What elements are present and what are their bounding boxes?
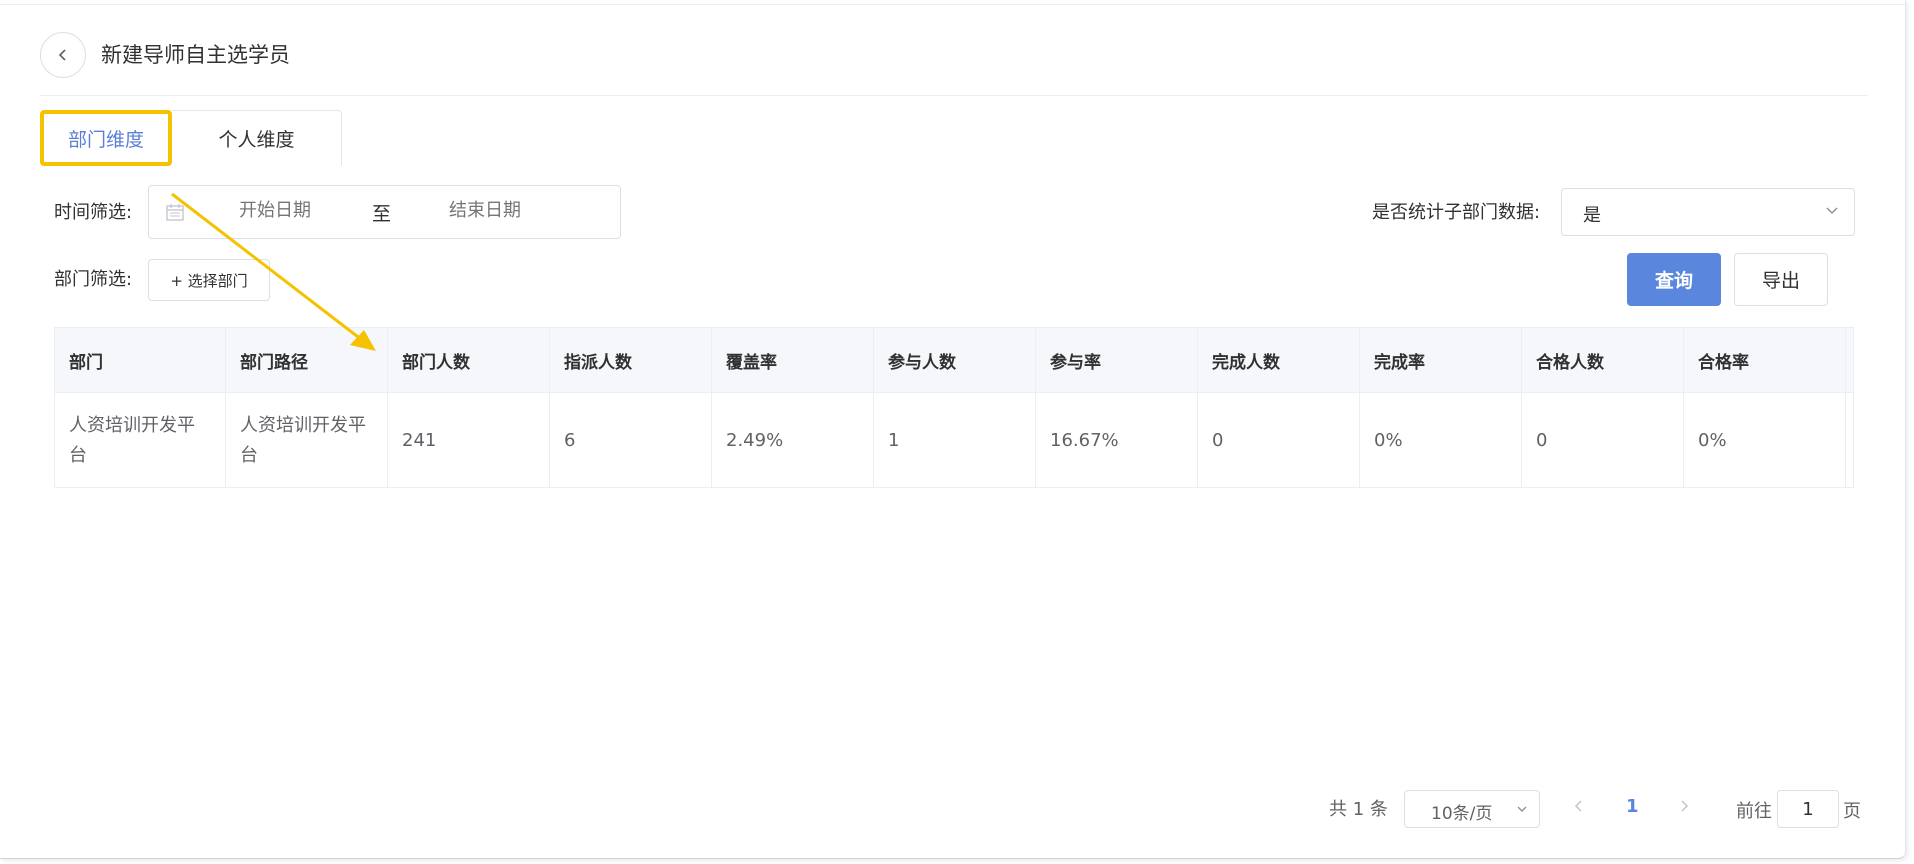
chevron-down-icon (1826, 207, 1838, 215)
choose-department-button[interactable]: + 选择部门 (148, 259, 270, 301)
back-button[interactable] (40, 32, 86, 78)
chevron-right-icon (1681, 800, 1689, 812)
table-cell: 人资培训开发平台 (226, 393, 388, 487)
column-spacer (1846, 328, 1853, 392)
next-page-button[interactable] (1676, 798, 1692, 818)
header-divider (40, 95, 1868, 96)
table-cell: 0 (1198, 393, 1360, 487)
top-border (0, 0, 1905, 5)
chevron-down-icon (1517, 806, 1527, 812)
table-cell: 0 (1522, 393, 1684, 487)
table-cell: 6 (550, 393, 712, 487)
export-button[interactable]: 导出 (1734, 253, 1828, 306)
time-filter-label: 时间筛选: (54, 202, 133, 223)
sub-department-select[interactable]: 是 (1561, 188, 1855, 236)
table-cell: 0% (1360, 393, 1522, 487)
page-size-select[interactable]: 10条/页 (1404, 790, 1540, 828)
goto-page-input[interactable] (1777, 790, 1839, 828)
column-header: 完成率 (1360, 328, 1522, 392)
stats-table: 部门 部门路径 部门人数 指派人数 覆盖率 参与人数 参与率 完成人数 完成率 … (54, 327, 1854, 488)
select-value: 是 (1583, 205, 1601, 226)
column-header: 部门路径 (226, 328, 388, 392)
page-container: 新建导师自主选学员 部门维度 个人维度 时间筛选: 至 是否统计子部门数据: 是… (0, 0, 1906, 859)
chevron-left-icon (1574, 800, 1582, 812)
table-header: 部门 部门路径 部门人数 指派人数 覆盖率 参与人数 参与率 完成人数 完成率 … (55, 328, 1853, 392)
column-spacer (1846, 393, 1853, 487)
column-header: 合格人数 (1522, 328, 1684, 392)
column-header: 参与率 (1036, 328, 1198, 392)
column-header: 覆盖率 (712, 328, 874, 392)
table-cell: 人资培训开发平台 (55, 393, 226, 487)
calendar-icon (166, 204, 184, 221)
column-header: 指派人数 (550, 328, 712, 392)
table-cell: 16.67% (1036, 393, 1198, 487)
prev-page-button[interactable] (1571, 798, 1587, 818)
table-cell: 2.49% (712, 393, 874, 487)
department-filter-label: 部门筛选: (54, 269, 133, 290)
table-row: 人资培训开发平台 人资培训开发平台 241 6 2.49% 1 16.67% 0… (55, 392, 1853, 487)
column-header: 部门人数 (388, 328, 550, 392)
page-title: 新建导师自主选学员 (101, 43, 290, 67)
date-separator: 至 (372, 203, 392, 225)
tab-department-dimension[interactable]: 部门维度 (40, 110, 172, 166)
column-header: 参与人数 (874, 328, 1036, 392)
column-header: 合格率 (1684, 328, 1846, 392)
table-cell: 241 (388, 393, 550, 487)
table-cell: 0% (1684, 393, 1846, 487)
date-end-input[interactable] (449, 200, 579, 221)
tab-personal-dimension[interactable]: 个人维度 (172, 110, 342, 166)
table-cell: 1 (874, 393, 1036, 487)
sub-department-label: 是否统计子部门数据: (1372, 202, 1541, 223)
column-header: 部门 (55, 328, 226, 392)
page-suffix-label: 页 (1843, 801, 1861, 822)
query-button[interactable]: 查询 (1627, 253, 1721, 306)
page-size-value: 10条/页 (1431, 804, 1493, 824)
chevron-left-icon (58, 49, 66, 61)
pagination-total: 共 1 条 (1329, 799, 1388, 820)
date-range-picker[interactable]: 至 (148, 185, 621, 239)
column-header: 完成人数 (1198, 328, 1360, 392)
goto-label: 前往 (1736, 801, 1772, 822)
date-start-input[interactable] (239, 200, 369, 221)
page-number-1[interactable]: 1 (1626, 796, 1639, 817)
